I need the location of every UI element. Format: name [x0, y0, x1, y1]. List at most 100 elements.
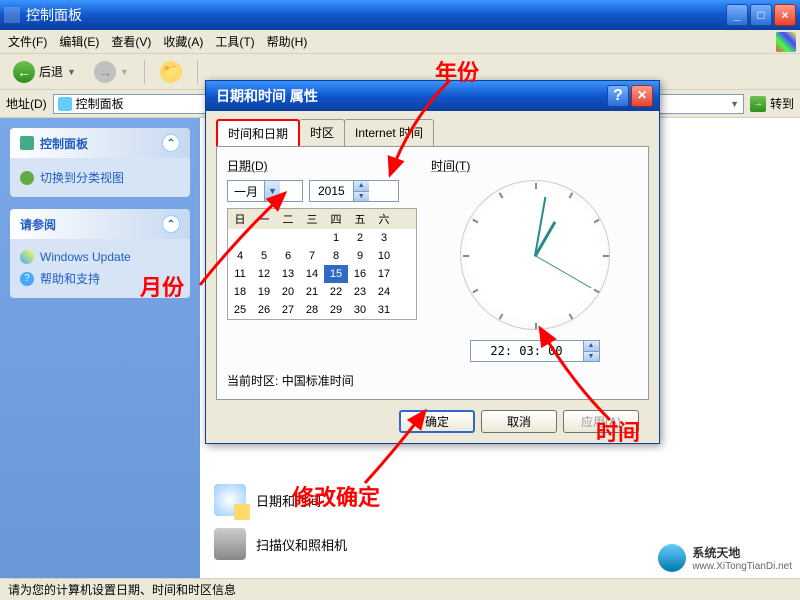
calendar-day	[252, 229, 276, 247]
time-input[interactable]: 22: 03: 00 ▲ ▼	[470, 340, 600, 362]
calendar-day[interactable]: 28	[300, 301, 324, 319]
menubar: 文件(F) 编辑(E) 查看(V) 收藏(A) 工具(T) 帮助(H)	[0, 30, 800, 54]
datetime-item[interactable]: 日期和时间	[210, 478, 790, 522]
calendar-day[interactable]: 6	[276, 247, 300, 265]
back-label: 后退	[39, 63, 63, 80]
calendar-day[interactable]: 20	[276, 283, 300, 301]
time-up-button[interactable]: ▲	[584, 341, 599, 352]
datetime-properties-dialog: 日期和时间 属性 ? × 时间和日期 时区 Internet 时间 日期(D) …	[205, 80, 660, 444]
calendar-day[interactable]: 27	[276, 301, 300, 319]
calendar-day[interactable]: 26	[252, 301, 276, 319]
maximize-button[interactable]: □	[750, 4, 772, 26]
statusbar: 请为您的计算机设置日期、时间和时区信息	[0, 578, 800, 600]
up-button[interactable]: 📁	[153, 57, 189, 87]
close-button[interactable]: ×	[774, 4, 796, 26]
dialog-titlebar[interactable]: 日期和时间 属性 ? ×	[206, 81, 659, 111]
calendar-day[interactable]: 5	[252, 247, 276, 265]
back-dropdown-icon: ▼	[67, 67, 76, 77]
folder-up-icon: 📁	[160, 61, 182, 83]
tab-datetime[interactable]: 时间和日期	[216, 119, 300, 146]
calendar-day[interactable]: 11	[228, 265, 252, 283]
calendar-day[interactable]: 25	[228, 301, 252, 319]
weekday-header: 二	[276, 209, 300, 229]
switch-view-label: 切换到分类视图	[40, 169, 124, 186]
year-up-button[interactable]: ▲	[354, 181, 369, 192]
calendar-day[interactable]: 16	[348, 265, 372, 283]
weekday-header: 五	[348, 209, 372, 229]
windows-logo-icon	[776, 32, 796, 52]
menu-favorites[interactable]: 收藏(A)	[163, 33, 203, 50]
address-label: 地址(D)	[6, 95, 47, 112]
calendar-day[interactable]: 10	[372, 247, 396, 265]
calendar-day[interactable]: 8	[324, 247, 348, 265]
year-spinner[interactable]: 2015 ▲ ▼	[309, 180, 399, 202]
cancel-button[interactable]: 取消	[481, 410, 557, 433]
minimize-button[interactable]: _	[726, 4, 748, 26]
calendar-day[interactable]: 19	[252, 283, 276, 301]
collapse-icon[interactable]: ⌃	[162, 134, 180, 152]
tab-internet-time[interactable]: Internet 时间	[344, 119, 434, 146]
calendar-day[interactable]: 9	[348, 247, 372, 265]
calendar-day[interactable]: 21	[300, 283, 324, 301]
calendar-day[interactable]: 13	[276, 265, 300, 283]
main-titlebar: 控制面板 _ □ ×	[0, 0, 800, 30]
address-value: 控制面板	[76, 95, 124, 112]
clock-tick-icon	[535, 323, 537, 329]
calendar-day[interactable]: 17	[372, 265, 396, 283]
calendar-day[interactable]: 12	[252, 265, 276, 283]
menu-view[interactable]: 查看(V)	[111, 33, 151, 50]
menu-file[interactable]: 文件(F)	[8, 33, 47, 50]
back-button[interactable]: ← 后退 ▼	[6, 57, 83, 87]
collapse-icon[interactable]: ⌃	[162, 215, 180, 233]
clock-tick-icon	[498, 314, 503, 320]
switch-view-link[interactable]: 切换到分类视图	[20, 166, 180, 189]
menu-tools[interactable]: 工具(T)	[215, 33, 254, 50]
forward-button[interactable]: → ▼	[87, 57, 136, 87]
datetime-label: 日期和时间	[256, 491, 321, 510]
calendar-day[interactable]: 2	[348, 229, 372, 247]
calendar-day[interactable]: 15	[324, 265, 348, 283]
dialog-close-button[interactable]: ×	[631, 85, 653, 107]
date-section-label: 日期(D)	[227, 157, 417, 174]
analog-clock	[460, 180, 610, 330]
address-icon	[58, 97, 72, 111]
ok-button[interactable]: 确定	[399, 410, 475, 433]
calendar-day[interactable]: 30	[348, 301, 372, 319]
weekday-header: 三	[300, 209, 324, 229]
apply-button[interactable]: 应用(A)	[563, 410, 639, 433]
calendar-day[interactable]: 18	[228, 283, 252, 301]
clock-tick-icon	[603, 255, 609, 257]
sidebar-panel1-title: 控制面板	[40, 135, 88, 152]
help-support-link[interactable]: ? 帮助和支持	[20, 267, 180, 290]
weekday-header: 四	[324, 209, 348, 229]
calendar-day[interactable]: 29	[324, 301, 348, 319]
menu-help[interactable]: 帮助(H)	[267, 33, 308, 50]
month-combo[interactable]: 一月 ▼	[227, 180, 303, 202]
time-down-button[interactable]: ▼	[584, 352, 599, 362]
watermark-url: www.XiTongTianDi.net	[692, 561, 792, 572]
calendar-day[interactable]: 23	[348, 283, 372, 301]
calendar-day[interactable]: 31	[372, 301, 396, 319]
calendar-day[interactable]: 1	[324, 229, 348, 247]
go-label: 转到	[770, 95, 794, 112]
calendar-day[interactable]: 4	[228, 247, 252, 265]
window-icon	[4, 7, 20, 23]
calendar-day	[300, 229, 324, 247]
clock-tick-icon	[535, 183, 537, 189]
tz-label: 当前时区:	[227, 374, 278, 388]
dropdown-icon: ▼	[264, 181, 280, 201]
calendar-day[interactable]: 3	[372, 229, 396, 247]
calendar-day[interactable]: 14	[300, 265, 324, 283]
tab-timezone[interactable]: 时区	[299, 119, 345, 146]
menu-edit[interactable]: 编辑(E)	[59, 33, 99, 50]
calendar-day[interactable]: 7	[300, 247, 324, 265]
go-button[interactable]: → 转到	[750, 95, 794, 112]
calendar-day[interactable]: 22	[324, 283, 348, 301]
control-panel-icon	[20, 136, 34, 150]
year-down-button[interactable]: ▼	[354, 192, 369, 202]
dialog-help-button[interactable]: ?	[607, 85, 629, 107]
windows-update-link[interactable]: Windows Update	[20, 247, 180, 267]
calendar-day	[228, 229, 252, 247]
calendar-day[interactable]: 24	[372, 283, 396, 301]
calendar: 日一二三四五六 12345678910111213141516171819202…	[227, 208, 417, 320]
